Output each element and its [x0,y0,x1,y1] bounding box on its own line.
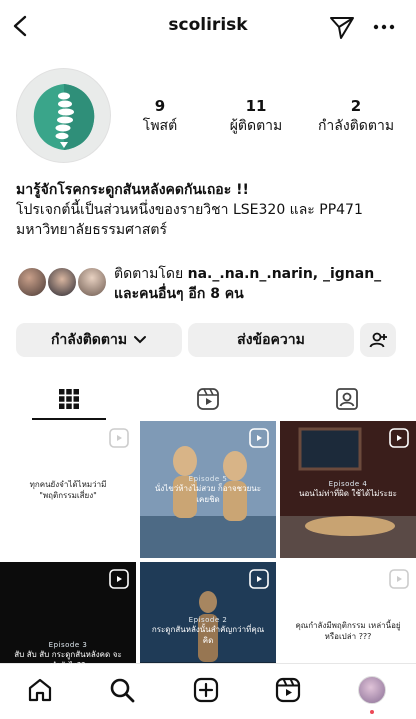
stat-followers-value: 11 [245,97,267,115]
follower-avatar-2 [46,266,78,298]
post-episode: Episode 2 [188,615,228,624]
follower-avatar-3 [76,266,108,298]
post-tile[interactable]: Episode 5 นั่งไขว่ห้างไม่สวย ก็อาจชวยนะเ… [140,421,276,558]
bio-line-2: โปรเจกต์นี้เป็นส่วนหนึ่งของรายวิชา LSE32… [16,202,363,218]
stat-following-label: กำลังติดตาม [317,118,395,134]
profile-bio: มารู้จักโรคกระดูกสันหลังคดกันเถอะ !! โปร… [16,180,406,240]
tab-posts-grid[interactable] [0,378,138,420]
post-episode: Episode 5 [188,474,228,483]
message-button-label: ส่งข้อความ [237,332,305,348]
follower-avatar-1 [16,266,48,298]
reel-badge-icon [249,428,269,448]
send-message-icon[interactable] [328,13,356,41]
profile-tabs [0,378,416,420]
post-tile[interactable]: ทุกคนยังจำได้ไหมว่ามี "พฤติกรรมเสี่ยง" [0,421,136,558]
reels-icon [197,388,219,410]
suggest-people-button[interactable] [360,323,396,357]
grid-icon [59,389,79,409]
more-options-icon[interactable] [370,13,398,41]
following-button-label: กำลังติดตาม [50,332,128,348]
followed-by-text: ติดตามโดย na._.na.n_.narin, _ignan_ และค… [114,264,404,304]
stat-followers[interactable]: 11 ผู้ติดตาม [216,97,296,135]
tab-reels[interactable] [139,378,277,420]
spine-logo-icon [33,83,94,150]
post-caption: คุณกำลังมีพฤติกรรม เหล่านี้อยู่หรือเปล่า… [295,620,401,641]
post-caption: สับ สับ สับ กระดูกสันหลังคด จะทำยังไง?? [14,649,122,670]
notification-dot [370,710,374,714]
reel-badge-icon [249,569,269,589]
reel-badge-icon [389,428,409,448]
create-icon[interactable] [190,674,222,706]
home-icon[interactable] [24,674,56,706]
post-episode: Episode 3 [48,640,88,649]
reel-badge-icon [109,428,129,448]
profile-avatar[interactable] [356,674,388,714]
followed-by-prefix: ติดตามโดย [114,266,184,282]
stat-following[interactable]: 2 กำลังติดตาม [306,97,406,135]
stat-posts[interactable]: 9 โพสต์ [134,97,186,135]
chevron-down-icon [134,336,147,344]
post-caption: นั่งไขว่ห้างไม่สวย ก็อาจชวยนะเคยชิด [154,483,262,504]
post-tile[interactable]: Episode 4 นอนไม่ท่าที่ผิด ใช้ได้ไม่ระยะ [280,421,416,558]
tab-tagged[interactable] [278,378,416,420]
followed-by-names: na._.na.n_.narin, _ignan_ [187,266,382,282]
stat-following-value: 2 [350,97,362,115]
following-button[interactable]: กำลังติดตาม [16,323,182,357]
post-caption: ทุกคนยังจำได้ไหมว่ามี "พฤติกรรมเสี่ยง" [29,479,107,500]
bio-line-3: มหาวิทยาลัยธรรมศาสตร์ [16,222,167,238]
post-caption: นอนไม่ท่าที่ผิด ใช้ได้ไม่ระยะ [299,489,397,498]
post-episode: Episode 4 [328,480,368,488]
reel-badge-icon [389,569,409,589]
followed-by-suffix: และคนอื่นๆ อีก 8 คน [114,286,244,302]
reels-icon[interactable] [272,674,304,706]
search-icon[interactable] [106,674,138,706]
profile-picture[interactable] [16,68,111,163]
stat-posts-value: 9 [154,97,166,115]
tagged-icon [336,388,358,410]
stat-posts-label: โพสต์ [142,118,178,134]
top-bar: scolirisk [0,0,416,52]
bottom-nav [0,663,416,719]
message-button[interactable]: ส่งข้อความ [188,323,354,357]
reel-badge-icon [109,569,129,589]
add-person-icon [369,332,387,348]
post-caption: กระดูกสันหลังนั้นสำคัญกว่าที่คุณคิด [151,624,265,645]
bio-line-1: มารู้จักโรคกระดูกสันหลังคดกันเถอะ !! [16,182,249,198]
stat-followers-label: ผู้ติดตาม [229,118,283,134]
followed-by[interactable]: ติดตามโดย na._.na.n_.narin, _ignan_ และค… [16,264,406,304]
